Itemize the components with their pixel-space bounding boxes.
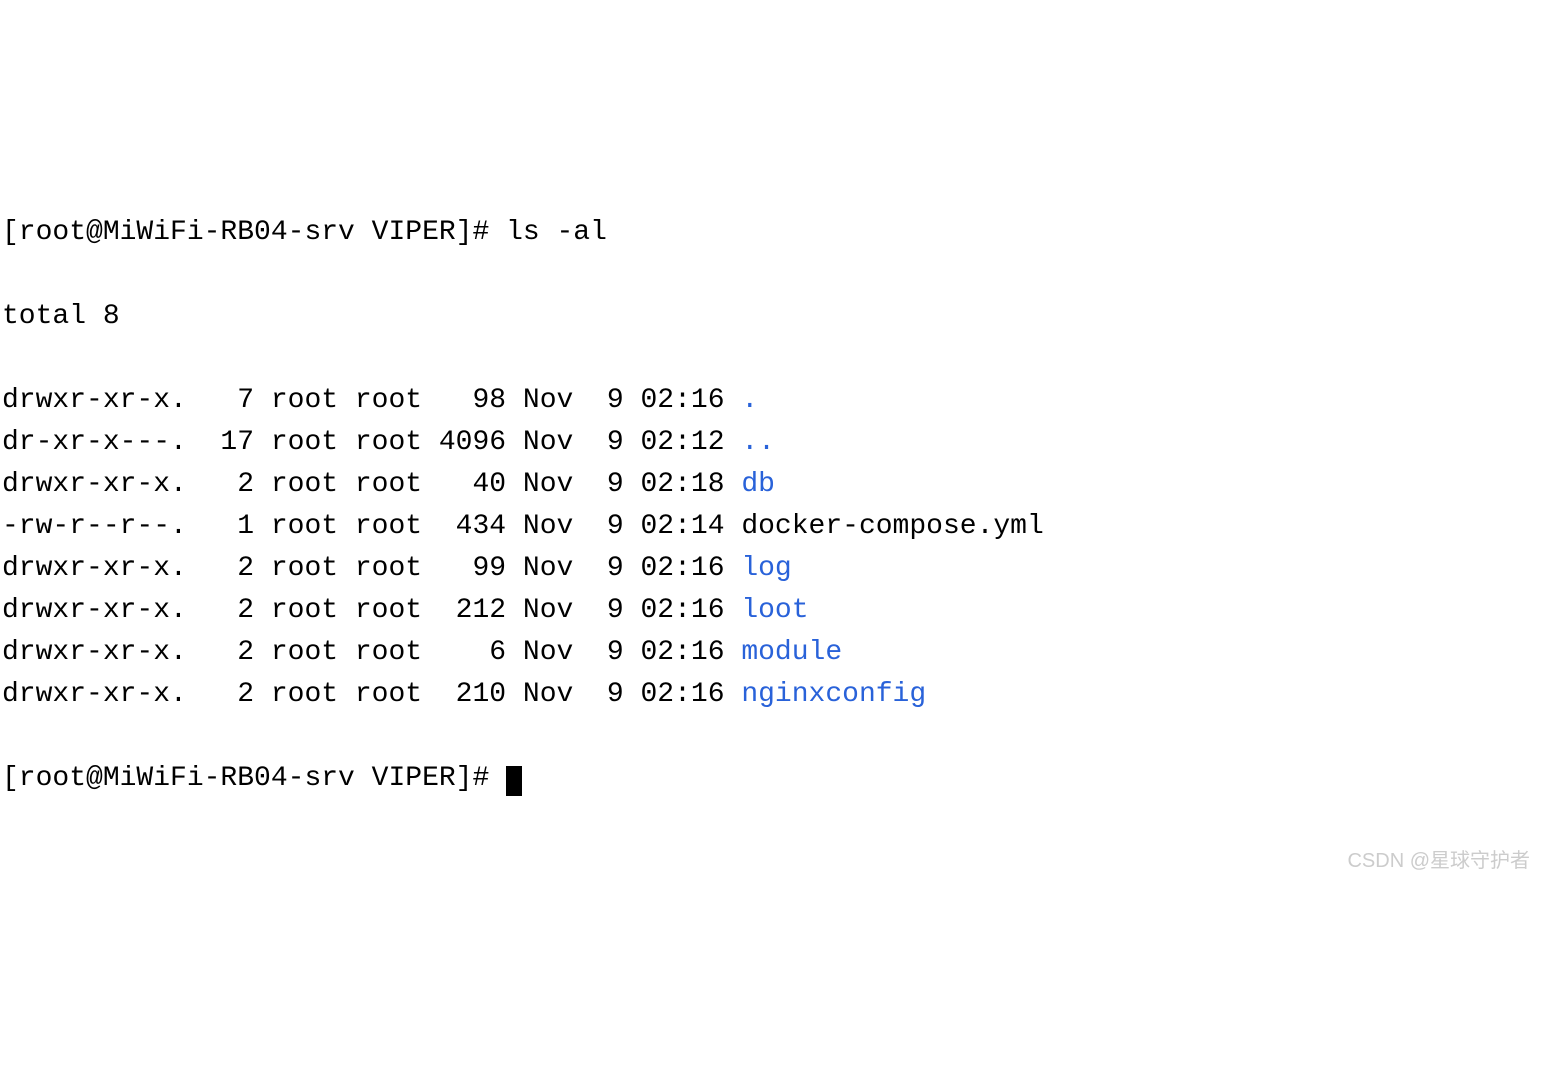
total-line: total 8 xyxy=(2,296,1550,338)
table-row: drwxr-xr-x. 2 root root 6 Nov 9 02:16 mo… xyxy=(2,632,1550,674)
row-metadata: drwxr-xr-x. 2 root root 6 Nov 9 02:16 xyxy=(2,637,741,668)
directory-name: log xyxy=(741,553,791,584)
row-metadata: drwxr-xr-x. 2 root root 210 Nov 9 02:16 xyxy=(2,679,741,710)
table-row: drwxr-xr-x. 2 root root 210 Nov 9 02:16 … xyxy=(2,674,1550,716)
prompt-line-2: [root@MiWiFi-RB04-srv VIPER]# xyxy=(2,758,1550,800)
table-row: -rw-r--r--. 1 root root 434 Nov 9 02:14 … xyxy=(2,506,1550,548)
row-metadata: drwxr-xr-x. 7 root root 98 Nov 9 02:16 xyxy=(2,385,741,416)
directory-name: db xyxy=(741,469,775,500)
row-metadata: drwxr-xr-x. 2 root root 99 Nov 9 02:16 xyxy=(2,553,741,584)
shell-prompt: [root@MiWiFi-RB04-srv VIPER]# xyxy=(2,217,506,248)
table-row: drwxr-xr-x. 2 root root 212 Nov 9 02:16 … xyxy=(2,590,1550,632)
table-row: drwxr-xr-x. 2 root root 99 Nov 9 02:16 l… xyxy=(2,548,1550,590)
file-name: docker-compose.yml xyxy=(741,511,1043,542)
directory-name: nginxconfig xyxy=(741,679,926,710)
prompt-line-1: [root@MiWiFi-RB04-srv VIPER]# ls -al xyxy=(2,212,1550,254)
watermark-text: CSDN @星球守护者 xyxy=(1347,846,1530,876)
directory-name: module xyxy=(741,637,842,668)
shell-prompt: [root@MiWiFi-RB04-srv VIPER]# xyxy=(2,763,506,794)
directory-name: loot xyxy=(741,595,808,626)
row-metadata: drwxr-xr-x. 2 root root 212 Nov 9 02:16 xyxy=(2,595,741,626)
row-metadata: dr-xr-x---. 17 root root 4096 Nov 9 02:1… xyxy=(2,427,741,458)
cursor-icon xyxy=(506,766,522,796)
table-row: dr-xr-x---. 17 root root 4096 Nov 9 02:1… xyxy=(2,422,1550,464)
directory-name: . xyxy=(741,385,758,416)
row-metadata: drwxr-xr-x. 2 root root 40 Nov 9 02:18 xyxy=(2,469,741,500)
row-metadata: -rw-r--r--. 1 root root 434 Nov 9 02:14 xyxy=(2,511,741,542)
ls-rows: drwxr-xr-x. 7 root root 98 Nov 9 02:16 .… xyxy=(2,380,1550,716)
terminal-output[interactable]: [root@MiWiFi-RB04-srv VIPER]# ls -al tot… xyxy=(2,170,1550,884)
directory-name: .. xyxy=(741,427,775,458)
command-text: ls -al xyxy=(506,217,607,248)
table-row: drwxr-xr-x. 2 root root 40 Nov 9 02:18 d… xyxy=(2,464,1550,506)
table-row: drwxr-xr-x. 7 root root 98 Nov 9 02:16 . xyxy=(2,380,1550,422)
